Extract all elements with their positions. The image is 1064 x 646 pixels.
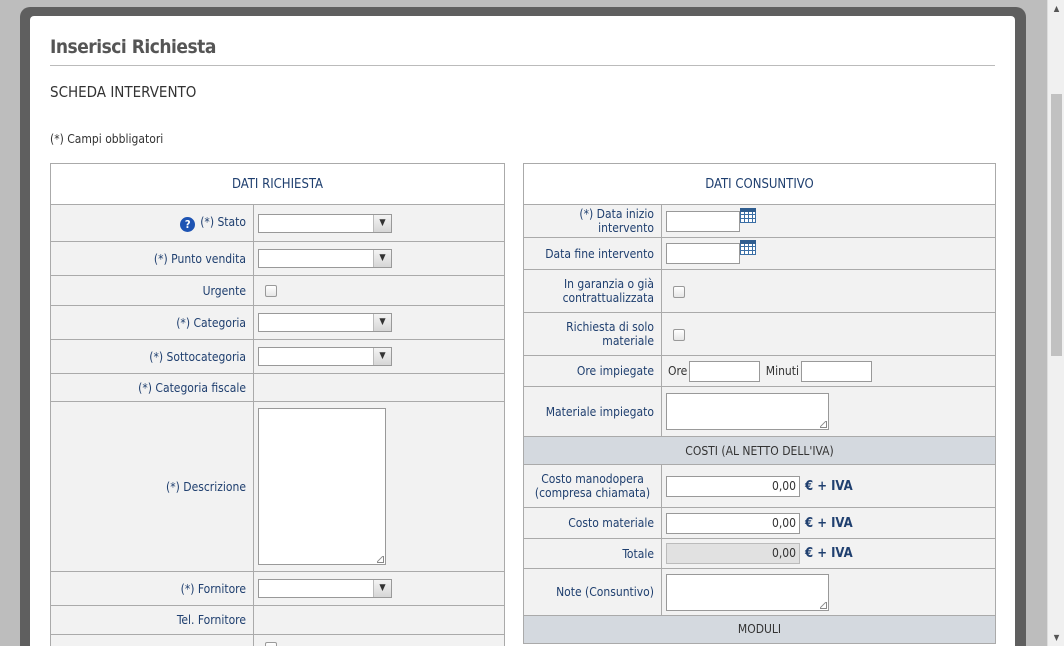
solo-materiale-label: Richiesta di solo materiale: [523, 312, 662, 356]
categoria-label: (*) Categoria: [50, 305, 254, 340]
punto-vendita-label: (*) Punto vendita: [50, 241, 254, 276]
data-inizio-input[interactable]: [666, 210, 740, 232]
costo-manodopera-unit: € + IVA: [805, 478, 853, 494]
data-fine-label: Data fine intervento: [523, 237, 662, 270]
sottocategoria-select[interactable]: ▼: [258, 347, 392, 366]
totale-label: Totale: [523, 538, 662, 569]
chevron-down-icon: ▼: [373, 580, 391, 597]
descrizione-label: (*) Descrizione: [50, 401, 254, 572]
ore-input[interactable]: [689, 360, 761, 382]
modal-dialog: Inserisci Richiesta SCHEDA INTERVENTO (*…: [30, 16, 1015, 646]
minuti-label: Minuti: [765, 364, 799, 378]
tel-fornitore-value: [253, 605, 505, 635]
dati-richiesta-header: DATI RICHIESTA: [50, 163, 505, 205]
costo-materiale-label: Costo materiale: [523, 507, 662, 539]
punto-vendita-select[interactable]: ▼: [258, 249, 392, 268]
note-consuntivo-textarea[interactable]: [666, 573, 829, 611]
costo-materiale-unit: € + IVA: [805, 515, 853, 531]
scroll-up-arrow-icon[interactable]: ▲: [1048, 0, 1064, 17]
chevron-down-icon: ▼: [373, 214, 391, 232]
chevron-down-icon: ▼: [373, 348, 391, 365]
garanzia-label: In garanzia o già contrattualizzata: [523, 269, 662, 313]
categoria-fiscale-value: [253, 373, 505, 402]
garanzia-checkbox[interactable]: [673, 285, 685, 298]
urgente-label: Urgente: [50, 275, 254, 306]
calendar-icon[interactable]: [740, 240, 756, 255]
costi-header: COSTI (AL NETTO DELL'IVA): [523, 436, 996, 465]
data-fine-input[interactable]: [666, 243, 740, 264]
totale-input: 0,00: [666, 543, 800, 564]
stato-select[interactable]: ▼: [258, 213, 392, 233]
scroll-thumb[interactable]: [1051, 94, 1062, 356]
categoria-fiscale-label: (*) Categoria fiscale: [50, 373, 254, 402]
moduli-header: MODULI: [523, 615, 996, 644]
tel-fornitore-label: Tel. Fornitore: [50, 605, 254, 635]
fornitore-label: (*) Fornitore: [50, 571, 254, 606]
chevron-down-icon: ▼: [373, 314, 391, 331]
required-fields-note: (*) Campi obbligatori: [50, 132, 164, 146]
urgente-checkbox[interactable]: [265, 285, 277, 297]
minuti-input[interactable]: [800, 360, 872, 382]
modal-title: Inserisci Richiesta: [50, 36, 995, 66]
totale-unit: € + IVA: [805, 546, 853, 561]
next-row-label: [50, 634, 254, 646]
sottocategoria-label: (*) Sottocategoria: [50, 339, 254, 374]
descrizione-textarea[interactable]: [258, 408, 386, 565]
dati-consuntivo-header: DATI CONSUNTIVO: [523, 163, 996, 205]
costo-manodopera-label: Costo manodopera (compresa chiamata): [523, 464, 662, 508]
costo-manodopera-input[interactable]: 0,00: [666, 475, 800, 497]
fornitore-select[interactable]: ▼: [258, 579, 392, 598]
solo-materiale-checkbox[interactable]: [673, 328, 685, 341]
chevron-down-icon: ▼: [373, 250, 391, 267]
scroll-down-arrow-icon[interactable]: ▼: [1048, 629, 1064, 646]
note-consuntivo-label: Note (Consuntivo): [523, 568, 662, 616]
categoria-select[interactable]: ▼: [258, 313, 392, 332]
materiale-impiegato-textarea[interactable]: [666, 393, 829, 430]
data-inizio-label: (*) Data inizio intervento: [523, 204, 662, 238]
stato-label: (*) Stato: [200, 214, 246, 229]
next-row-checkbox[interactable]: [265, 642, 277, 646]
costo-materiale-input[interactable]: 0,00: [666, 512, 800, 534]
page-scrollbar[interactable]: ▲ ▼: [1047, 0, 1064, 646]
ore-label: Ore: [668, 364, 688, 378]
section-title: SCHEDA INTERVENTO: [50, 83, 197, 101]
dati-consuntivo-table: DATI CONSUNTIVO (*) Data inizio interven…: [523, 163, 996, 644]
calendar-icon[interactable]: [740, 207, 756, 223]
help-icon[interactable]: ?: [180, 216, 196, 232]
materiale-impiegato-label: Materiale impiegato: [523, 386, 662, 437]
stato-label-cell: ? (*) Stato: [50, 204, 254, 242]
dati-richiesta-table: DATI RICHIESTA ? (*) Stato ▼ (*) Punto ve…: [50, 163, 505, 646]
ore-impiegate-label: Ore impiegate: [523, 355, 662, 387]
